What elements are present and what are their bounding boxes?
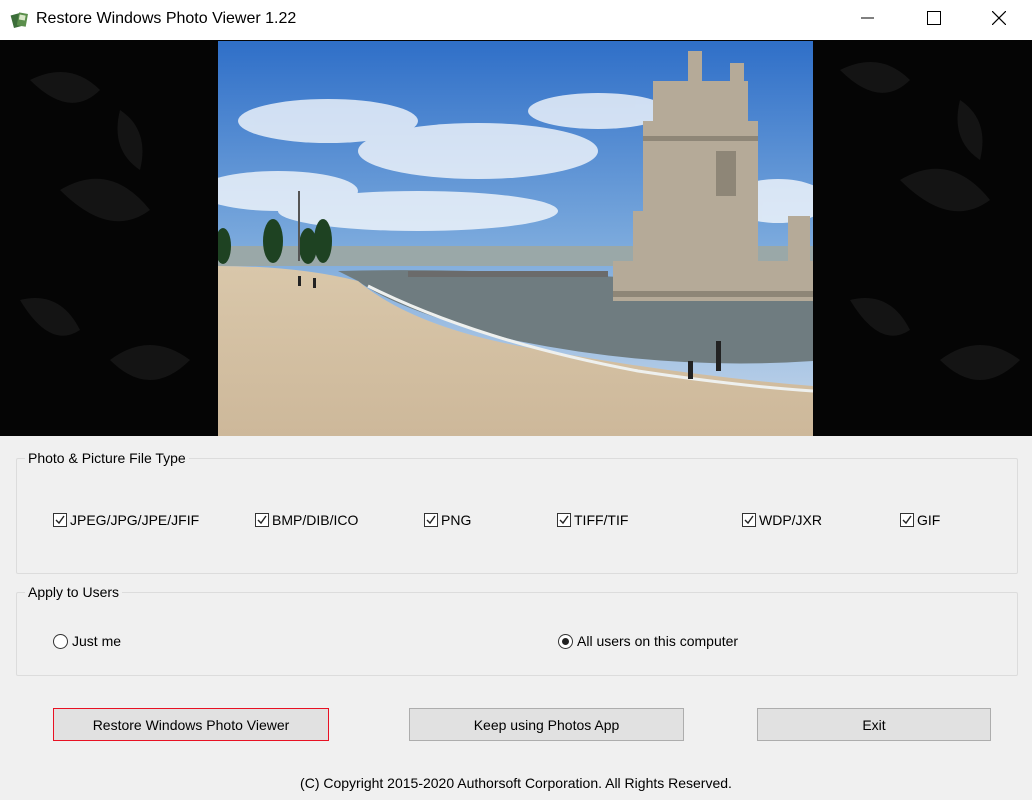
file-type-legend: Photo & Picture File Type bbox=[25, 449, 189, 467]
radio-circle[interactable] bbox=[558, 633, 573, 649]
apply-users-group: Apply to Users Just me All users on this… bbox=[16, 583, 1018, 676]
radio-circle[interactable] bbox=[53, 633, 68, 649]
checkbox-label: TIFF/TIF bbox=[574, 512, 629, 528]
checkbox-box[interactable] bbox=[900, 513, 914, 527]
check-icon bbox=[902, 515, 912, 525]
checkbox-label: JPEG/JPG/JPE/JFIF bbox=[70, 512, 200, 528]
radio-all-users[interactable]: All users on this computer bbox=[558, 631, 738, 651]
checkbox-label: BMP/DIB/ICO bbox=[272, 512, 359, 528]
checkbox-wdp[interactable]: WDP/JXR bbox=[742, 510, 822, 530]
checkbox-box[interactable] bbox=[424, 513, 438, 527]
checkbox-box[interactable] bbox=[255, 513, 269, 527]
checkbox-box[interactable] bbox=[557, 513, 571, 527]
belem-tower-photo bbox=[218, 41, 813, 436]
radio-label: All users on this computer bbox=[577, 633, 739, 649]
checkbox-png[interactable]: PNG bbox=[424, 510, 471, 530]
close-button[interactable] bbox=[976, 0, 1022, 36]
maximize-icon bbox=[927, 11, 941, 25]
photo-preview-area bbox=[0, 40, 1032, 436]
minimize-icon bbox=[861, 17, 874, 19]
checkbox-box[interactable] bbox=[742, 513, 756, 527]
radio-just-me[interactable]: Just me bbox=[53, 631, 121, 651]
restore-photo-viewer-button[interactable]: Restore Windows Photo Viewer bbox=[53, 708, 329, 741]
maximize-button[interactable] bbox=[911, 0, 957, 36]
check-icon bbox=[426, 515, 436, 525]
checkbox-tiff[interactable]: TIFF/TIF bbox=[557, 510, 628, 530]
checkbox-gif[interactable]: GIF bbox=[900, 510, 940, 530]
checkbox-jpeg[interactable]: JPEG/JPG/JPE/JFIF bbox=[53, 510, 199, 530]
exit-button[interactable]: Exit bbox=[757, 708, 991, 741]
apply-users-legend: Apply to Users bbox=[25, 583, 123, 601]
checkbox-label: WDP/JXR bbox=[759, 512, 822, 528]
title-bar: Restore Windows Photo Viewer 1.22 bbox=[0, 0, 1032, 40]
minimize-button[interactable] bbox=[845, 0, 891, 36]
check-icon bbox=[559, 515, 569, 525]
check-icon bbox=[55, 515, 65, 525]
checkbox-bmp[interactable]: BMP/DIB/ICO bbox=[255, 510, 358, 530]
check-icon bbox=[257, 515, 267, 525]
radio-selected-dot bbox=[562, 637, 569, 645]
checkbox-label: GIF bbox=[917, 512, 941, 528]
radio-label: Just me bbox=[72, 633, 122, 649]
close-icon bbox=[992, 11, 1006, 25]
copyright-text: (C) Copyright 2015-2020 Authorsoft Corpo… bbox=[300, 775, 732, 791]
keep-photos-app-button[interactable]: Keep using Photos App bbox=[409, 708, 684, 741]
app-icon bbox=[10, 10, 30, 30]
checkbox-box[interactable] bbox=[53, 513, 67, 527]
window-title: Restore Windows Photo Viewer 1.22 bbox=[36, 10, 297, 27]
check-icon bbox=[744, 515, 754, 525]
checkbox-label: PNG bbox=[441, 512, 472, 528]
file-type-group: Photo & Picture File Type JPEG/JPG/JPE/J… bbox=[16, 449, 1018, 574]
